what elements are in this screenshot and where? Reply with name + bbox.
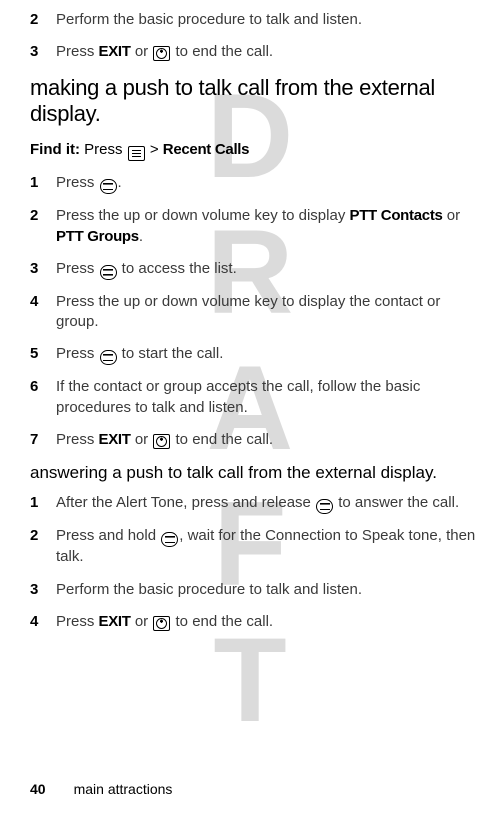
text-fragment: Press — [56, 431, 99, 448]
step-text: Press EXIT or to end the call. — [56, 612, 273, 632]
step-text: Perform the basic procedure to talk and … — [56, 580, 362, 600]
step-line: 4Press the up or down volume key to disp… — [30, 292, 478, 333]
text-fragment: After the Alert Tone, press and release — [56, 494, 315, 511]
text-fragment: . — [118, 174, 122, 191]
step-number: 5 — [30, 344, 56, 365]
text-fragment: Press — [56, 345, 99, 362]
ptt-icon — [161, 532, 178, 547]
step-line: 5Press to start the call. — [30, 344, 478, 365]
step-number: 3 — [30, 259, 56, 280]
steps-group-2: 1After the Alert Tone, press and release… — [30, 493, 478, 632]
step-text: Press . — [56, 173, 122, 194]
step-text: Press to access the list. — [56, 259, 237, 280]
text-fragment: to end the call. — [171, 431, 273, 448]
step-text: After the Alert Tone, press and release … — [56, 493, 459, 514]
text-fragment: Press — [56, 260, 99, 277]
step-line: 4Press EXIT or to end the call. — [30, 612, 478, 632]
steps-group-1: 1Press .2Press the up or down volume key… — [30, 173, 478, 450]
text-fragment: or — [131, 431, 153, 448]
step-text: Press and hold , wait for the Connection… — [56, 526, 478, 567]
page-content: 2Perform the basic procedure to talk and… — [30, 10, 478, 632]
step-number: 2 — [30, 526, 56, 567]
step-line: 3Press to access the list. — [30, 259, 478, 280]
ptt-icon — [316, 499, 333, 514]
end-icon — [153, 46, 170, 61]
find-it-mid: > — [146, 141, 163, 158]
find-it-before: Press — [80, 141, 127, 158]
step-number: 1 — [30, 173, 56, 194]
text-fragment: Press — [56, 174, 99, 191]
text-fragment: Press the up or down volume key to displ… — [56, 293, 440, 330]
text-fragment: If the contact or group accepts the call… — [56, 378, 420, 415]
section-name: main attractions — [74, 781, 173, 797]
step-text: If the contact or group accepts the call… — [56, 377, 478, 418]
text-fragment: Perform the basic procedure to talk and … — [56, 11, 362, 28]
step-line: 3Perform the basic procedure to talk and… — [30, 580, 478, 600]
step-line: 1After the Alert Tone, press and release… — [30, 493, 478, 514]
text-fragment: or — [131, 43, 153, 60]
text-fragment: Press and hold — [56, 527, 160, 544]
step-line: 2Press the up or down volume key to disp… — [30, 206, 478, 247]
text-fragment: or — [443, 207, 461, 224]
text-fragment: or — [131, 613, 153, 630]
step-line: 3Press EXIT or to end the call. — [30, 42, 478, 62]
step-line: 2Press and hold , wait for the Connectio… — [30, 526, 478, 567]
text-fragment: Press the up or down volume key to displ… — [56, 207, 349, 224]
text-fragment: Press — [56, 613, 99, 630]
step-text: Press EXIT or to end the call. — [56, 430, 273, 450]
text-fragment: . — [139, 228, 143, 245]
text-fragment: to start the call. — [118, 345, 224, 362]
step-line: 2Perform the basic procedure to talk and… — [30, 10, 478, 30]
step-line: 7Press EXIT or to end the call. — [30, 430, 478, 450]
step-number: 7 — [30, 430, 56, 450]
page-footer: 40 main attractions — [30, 781, 172, 797]
find-it-label: Find it: — [30, 141, 80, 158]
ptt-icon — [100, 265, 117, 280]
step-text: Press EXIT or to end the call. — [56, 42, 273, 62]
bold-text: EXIT — [99, 43, 131, 60]
end-icon — [153, 434, 170, 449]
subheading-answering-ptt: answering a push to talk call from the e… — [30, 462, 478, 483]
step-text: Press the up or down volume key to displ… — [56, 206, 478, 247]
step-number: 4 — [30, 612, 56, 632]
bold-text: EXIT — [99, 613, 131, 630]
text-fragment: to access the list. — [118, 260, 237, 277]
bold-text: EXIT — [99, 431, 131, 448]
step-number: 6 — [30, 377, 56, 418]
text-fragment: to answer the call. — [334, 494, 459, 511]
ptt-icon — [100, 179, 117, 194]
step-line: 1Press . — [30, 173, 478, 194]
step-number: 4 — [30, 292, 56, 333]
step-text: Press to start the call. — [56, 344, 223, 365]
step-number: 3 — [30, 42, 56, 62]
text-fragment: Press — [56, 43, 99, 60]
ptt-icon — [100, 350, 117, 365]
find-it-target: Recent Calls — [163, 141, 249, 158]
bold-text: PTT Groups — [56, 228, 139, 245]
step-text: Perform the basic procedure to talk and … — [56, 10, 362, 30]
end-icon — [153, 616, 170, 631]
page-number: 40 — [30, 781, 46, 797]
menu-icon — [128, 146, 145, 161]
text-fragment: Perform the basic procedure to talk and … — [56, 581, 362, 598]
text-fragment: to end the call. — [171, 43, 273, 60]
find-it-line: Find it: Press > Recent Calls — [30, 141, 478, 161]
bold-text: PTT Contacts — [349, 207, 442, 224]
step-number: 1 — [30, 493, 56, 514]
step-line: 6If the contact or group accepts the cal… — [30, 377, 478, 418]
step-number: 2 — [30, 10, 56, 30]
pre-steps: 2Perform the basic procedure to talk and… — [30, 10, 478, 63]
heading-making-ptt-call: making a push to talk call from the exte… — [30, 75, 478, 128]
step-number: 2 — [30, 206, 56, 247]
step-text: Press the up or down volume key to displ… — [56, 292, 478, 333]
text-fragment: to end the call. — [171, 613, 273, 630]
step-number: 3 — [30, 580, 56, 600]
